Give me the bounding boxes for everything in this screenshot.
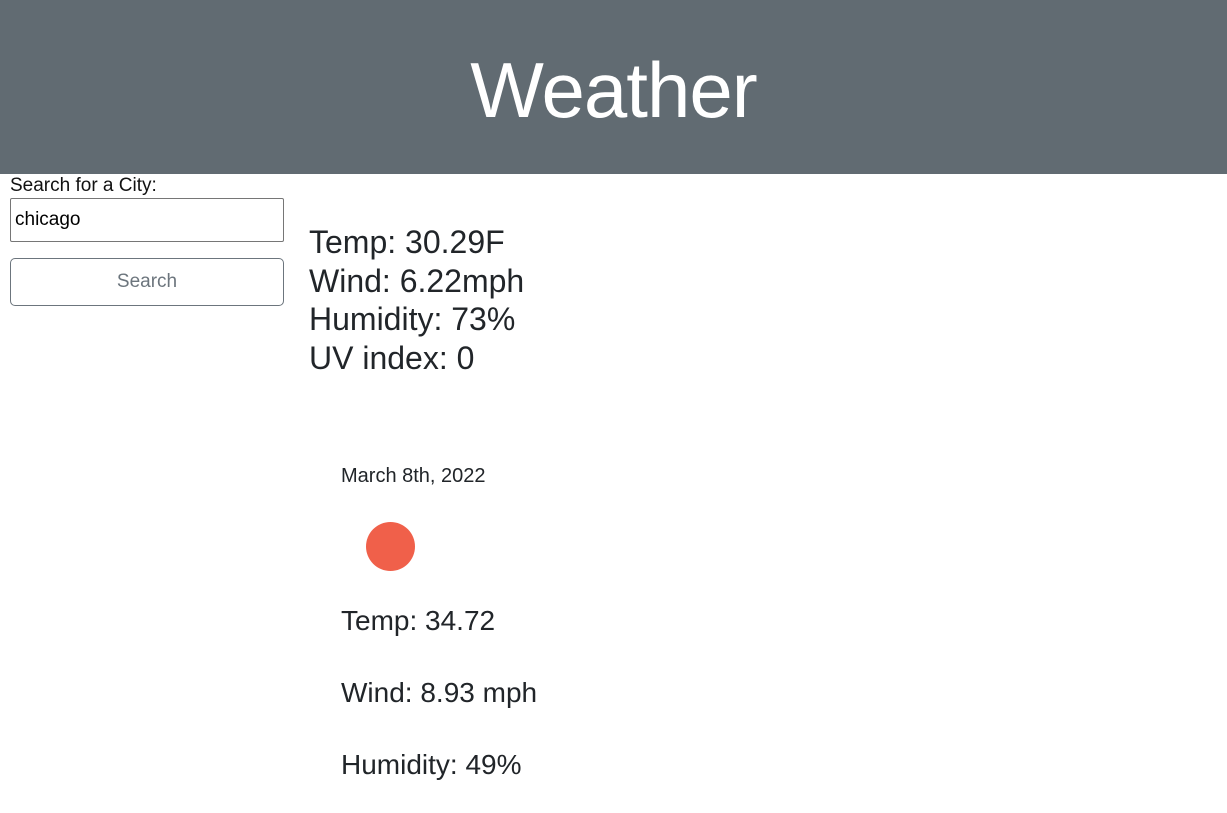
forecast-card: March 8th, 2022 Temp: 34.72 Wind: 8.93 m…: [341, 462, 537, 780]
weather-icon: [366, 522, 415, 571]
current-weather: Temp: 30.29F Wind: 6.22mph Humidity: 73%…: [309, 223, 524, 377]
search-button[interactable]: Search: [10, 258, 284, 306]
city-search-input[interactable]: [10, 198, 284, 242]
forecast-humidity: Humidity: 49%: [341, 749, 522, 780]
search-label: Search for a City:: [10, 175, 157, 196]
current-wind: Wind: 6.22mph: [309, 262, 525, 299]
current-uv-index: UV index: 0: [309, 339, 475, 376]
forecast-date: March 8th, 2022: [341, 465, 486, 487]
current-humidity: Humidity: 73%: [309, 301, 516, 337]
current-temp: Temp: 30.29F: [309, 224, 505, 260]
page-title: Weather: [470, 45, 757, 134]
forecast-temp: Temp: 34.72: [341, 605, 496, 636]
page-header: Weather: [0, 0, 1227, 174]
forecast-wind: Wind: 8.93 mph: [341, 677, 538, 708]
